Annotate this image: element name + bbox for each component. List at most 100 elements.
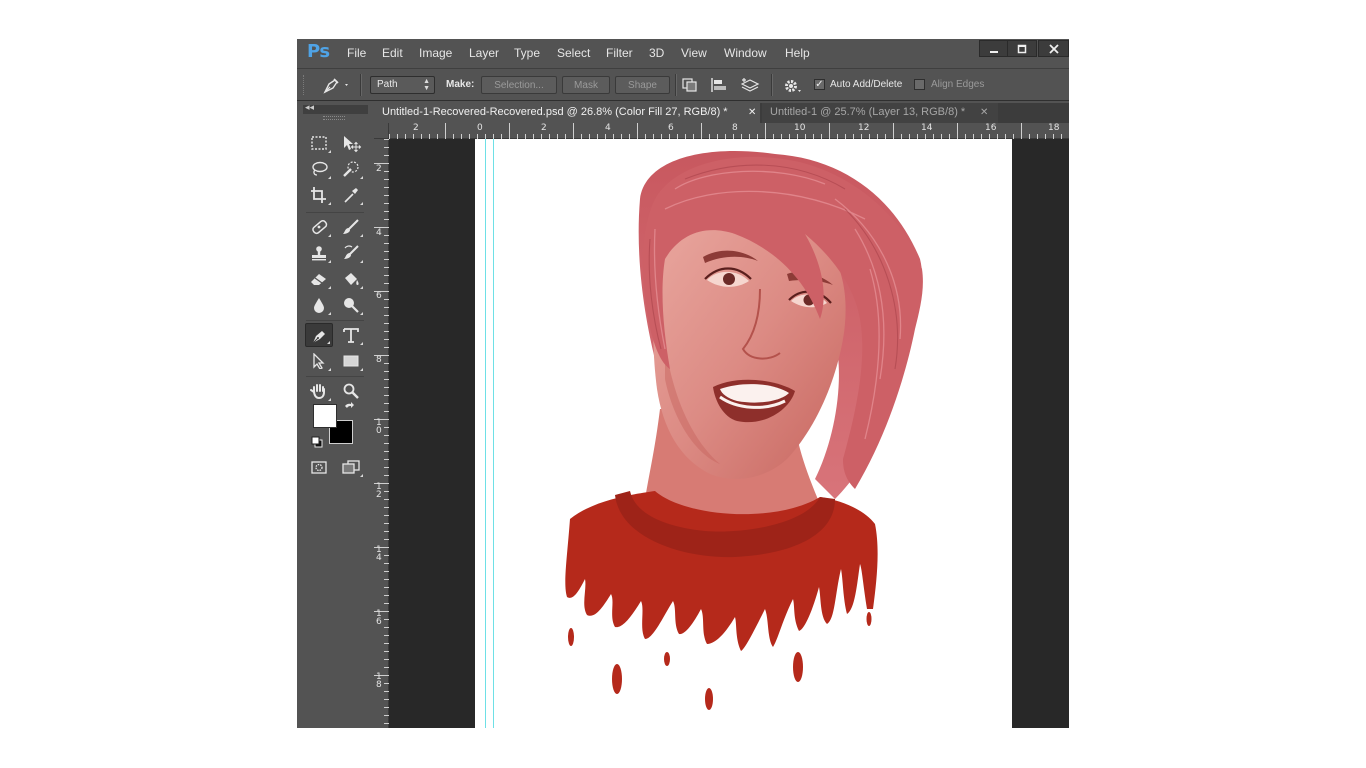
ruler-label: 2 bbox=[541, 123, 547, 133]
minimize-button[interactable] bbox=[979, 40, 1009, 57]
tools-divider bbox=[306, 320, 364, 321]
blur-tool[interactable] bbox=[305, 293, 333, 317]
tool-preset-picker[interactable] bbox=[321, 75, 351, 95]
menu-edit[interactable]: Edit bbox=[382, 46, 403, 60]
path-arrangement-icon bbox=[740, 78, 760, 92]
gear-icon bbox=[785, 80, 801, 92]
tools-panel-header[interactable]: ◂◂ bbox=[303, 103, 368, 114]
menu-view[interactable]: View bbox=[681, 46, 707, 60]
menu-select[interactable]: Select bbox=[557, 46, 590, 60]
tools-divider bbox=[306, 212, 364, 213]
document-tab-bar: Untitled-1-Recovered-Recovered.psd @ 26.… bbox=[374, 103, 1069, 123]
menu-filter[interactable]: Filter bbox=[606, 46, 633, 60]
document-tab-active[interactable]: Untitled-1-Recovered-Recovered.psd @ 26.… bbox=[374, 103, 760, 123]
settings-button[interactable] bbox=[782, 77, 801, 93]
lasso-icon bbox=[312, 161, 328, 176]
options-separator bbox=[360, 74, 362, 96]
move-icon bbox=[344, 136, 362, 153]
tab-title: Untitled-1-Recovered-Recovered.psd @ 26.… bbox=[382, 106, 728, 118]
vertical-ruler[interactable]: 2 4 6 8 10 12 14 16 18 bbox=[374, 139, 389, 728]
make-selection-button[interactable]: Selection... bbox=[481, 76, 557, 94]
ruler-origin[interactable] bbox=[374, 123, 389, 139]
options-grip[interactable] bbox=[303, 75, 306, 95]
stamp-icon bbox=[312, 246, 326, 261]
lasso-tool[interactable] bbox=[305, 157, 333, 181]
ruler-label: 14 bbox=[921, 123, 933, 133]
ruler-label: 16 bbox=[985, 123, 997, 133]
align-edges-checkbox[interactable] bbox=[914, 79, 925, 90]
make-mask-button[interactable]: Mask bbox=[562, 76, 610, 94]
auto-add-delete-label: Auto Add/Delete bbox=[830, 79, 903, 90]
quick-mask-button[interactable] bbox=[305, 455, 333, 479]
quick-selection-icon bbox=[343, 161, 359, 177]
tab-title: Untitled-1 @ 25.7% (Layer 13, RGB/8) * bbox=[770, 106, 966, 118]
make-shape-button[interactable]: Shape bbox=[615, 76, 670, 94]
healing-brush-tool[interactable] bbox=[305, 215, 333, 239]
horizontal-ruler[interactable]: 2 0 2 4 6 8 10 12 14 16 18 bbox=[389, 123, 1069, 139]
menu-layer[interactable]: Layer bbox=[469, 46, 499, 60]
pen-tool[interactable] bbox=[305, 323, 333, 347]
zoom-tool[interactable] bbox=[337, 379, 365, 403]
ruler-label: 6 bbox=[376, 291, 382, 301]
crop-icon bbox=[311, 187, 326, 203]
menu-type[interactable]: Type bbox=[514, 46, 540, 60]
swap-colors-icon[interactable] bbox=[343, 401, 355, 413]
path-alignment-button[interactable] bbox=[710, 77, 728, 93]
mode-select[interactable]: Path ▲ ▼ bbox=[370, 76, 435, 94]
eraser-tool[interactable] bbox=[305, 267, 333, 291]
quick-mask-icon bbox=[311, 461, 327, 474]
ruler-label: 8 bbox=[376, 355, 382, 365]
menu-3d[interactable]: 3D bbox=[649, 46, 664, 60]
document-workspace[interactable] bbox=[389, 139, 1069, 728]
document-canvas[interactable] bbox=[475, 139, 1012, 728]
path-operations-button[interactable] bbox=[681, 77, 699, 93]
auto-add-delete-checkbox[interactable]: ✓ bbox=[814, 79, 825, 90]
eraser-icon bbox=[311, 274, 326, 285]
menu-image[interactable]: Image bbox=[419, 46, 452, 60]
close-tab-icon[interactable]: ✕ bbox=[748, 103, 756, 122]
default-colors-icon[interactable] bbox=[311, 435, 323, 448]
path-arrangement-button[interactable] bbox=[740, 77, 760, 93]
menu-window[interactable]: Window bbox=[724, 46, 767, 60]
path-selection-tool[interactable] bbox=[305, 349, 333, 373]
ruler-label: 2 bbox=[413, 123, 419, 133]
type-tool[interactable] bbox=[337, 323, 365, 347]
app-logo: Ps bbox=[307, 41, 330, 62]
ruler-label: 4 bbox=[605, 123, 611, 133]
document-tab-inactive[interactable]: Untitled-1 @ 25.7% (Layer 13, RGB/8) * ✕ bbox=[762, 103, 998, 123]
move-tool[interactable] bbox=[337, 131, 365, 155]
ruler-label: 0 bbox=[477, 123, 483, 133]
zoom-icon bbox=[343, 383, 359, 399]
ruler-label: 18 bbox=[1048, 123, 1060, 133]
history-brush-tool[interactable] bbox=[337, 241, 365, 265]
history-brush-icon bbox=[344, 245, 359, 259]
marquee-tool[interactable] bbox=[305, 131, 333, 155]
crop-tool[interactable] bbox=[305, 183, 333, 207]
close-icon bbox=[1048, 44, 1059, 54]
brush-icon bbox=[343, 219, 359, 234]
tools-grip[interactable] bbox=[323, 116, 345, 120]
marquee-icon bbox=[311, 136, 327, 150]
paint-bucket-tool[interactable] bbox=[337, 267, 365, 291]
screen-mode-button[interactable] bbox=[337, 455, 365, 479]
hand-tool[interactable] bbox=[305, 379, 333, 403]
maximize-button[interactable] bbox=[1007, 40, 1037, 57]
ruler-label: 2 bbox=[376, 164, 382, 174]
collapse-panel-icon[interactable]: ◂◂ bbox=[305, 103, 314, 112]
ruler-label: 18 bbox=[376, 672, 382, 690]
close-button[interactable] bbox=[1038, 40, 1069, 57]
dodge-tool[interactable] bbox=[337, 293, 365, 317]
close-tab-icon[interactable]: ✕ bbox=[980, 103, 988, 122]
rectangle-tool[interactable] bbox=[337, 349, 365, 373]
eyedropper-tool[interactable] bbox=[337, 183, 365, 207]
menu-file[interactable]: File bbox=[347, 46, 366, 60]
menu-help[interactable]: Help bbox=[785, 46, 810, 60]
foreground-color-swatch[interactable] bbox=[313, 404, 337, 428]
photoshop-window: Ps File Edit Image Layer Type Select Fil… bbox=[297, 39, 1069, 728]
eyedropper-icon bbox=[344, 188, 358, 203]
quick-selection-tool[interactable] bbox=[337, 157, 365, 181]
clone-stamp-tool[interactable] bbox=[305, 241, 333, 265]
align-edges-label: Align Edges bbox=[931, 79, 985, 90]
brush-tool[interactable] bbox=[337, 215, 365, 239]
make-label: Make: bbox=[446, 79, 475, 90]
